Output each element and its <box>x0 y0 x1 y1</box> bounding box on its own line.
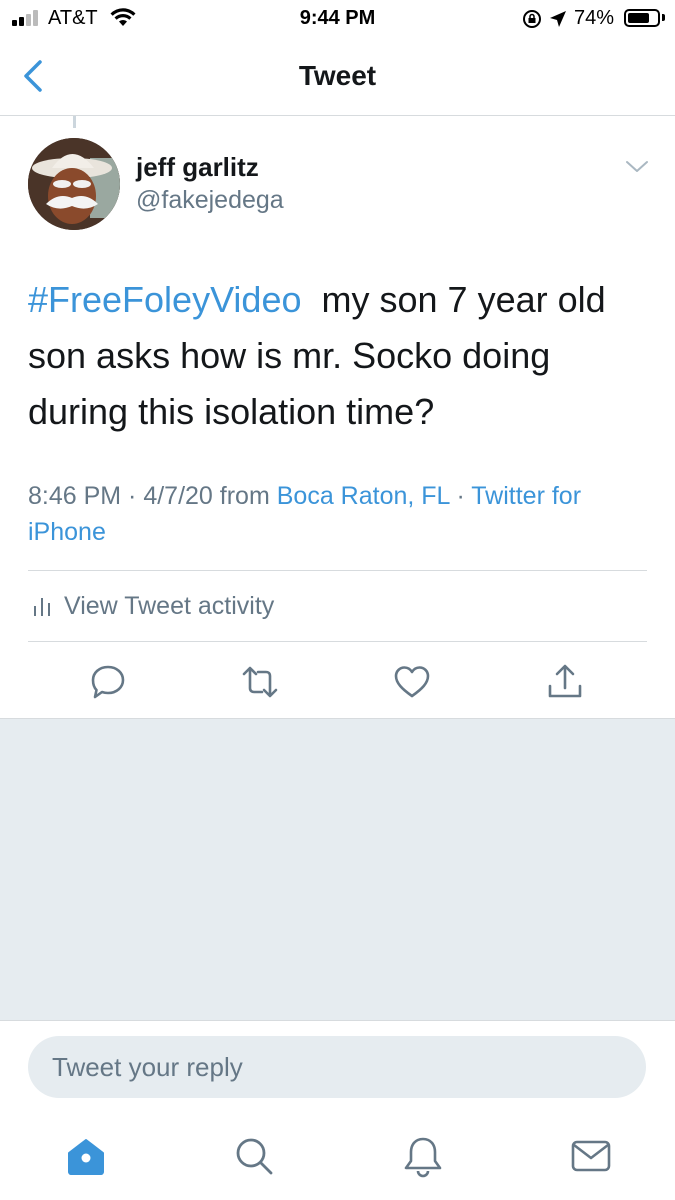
retweet-icon[interactable] <box>240 662 280 702</box>
replies-area <box>0 718 675 1021</box>
battery-percent: 74% <box>574 7 615 29</box>
navigation-bar: Tweet <box>0 38 675 116</box>
battery-level <box>628 13 649 23</box>
view-tweet-activity[interactable]: View Tweet activity <box>32 586 274 626</box>
tweet-metadata: 8:46 PM · 4/7/20 from Boca Raton, FL · T… <box>28 478 653 550</box>
author-name[interactable]: jeff garlitz <box>136 152 259 183</box>
battery-icon <box>624 9 660 27</box>
battery-tip <box>662 14 665 21</box>
thread-connector <box>73 116 76 128</box>
bell-icon[interactable] <box>401 1134 445 1178</box>
rotation-lock-icon <box>523 10 541 28</box>
activity-label: View Tweet activity <box>64 591 275 620</box>
location-link[interactable]: Boca Raton, FL <box>277 482 450 510</box>
heart-icon[interactable] <box>392 662 432 702</box>
chevron-down-icon[interactable] <box>624 158 650 176</box>
hashtag-link[interactable]: #FreeFoleyVideo <box>28 279 302 320</box>
location-arrow-icon <box>550 11 566 27</box>
author-handle[interactable]: @fakejedega <box>136 186 284 215</box>
search-icon[interactable] <box>232 1134 276 1178</box>
divider <box>28 570 647 571</box>
reply-input[interactable]: Tweet your reply <box>28 1036 646 1098</box>
from-label: from <box>212 482 277 510</box>
reply-placeholder: Tweet your reply <box>52 1052 243 1082</box>
tweet-text: #FreeFoleyVideo my son 7 year old son as… <box>28 272 648 440</box>
home-icon[interactable] <box>64 1134 108 1178</box>
share-icon[interactable] <box>545 662 585 702</box>
envelope-icon[interactable] <box>569 1134 613 1178</box>
status-bar: AT&T 9:44 PM 74% <box>0 0 675 38</box>
comment-icon[interactable] <box>88 662 128 702</box>
page-title: Tweet <box>298 60 377 91</box>
divider <box>28 641 647 642</box>
bar-chart-icon <box>34 598 50 616</box>
tweet-timestamp: 8:46 PM · 4/7/20 <box>28 482 213 510</box>
avatar[interactable] <box>28 138 120 230</box>
meta-separator: · <box>449 482 472 510</box>
